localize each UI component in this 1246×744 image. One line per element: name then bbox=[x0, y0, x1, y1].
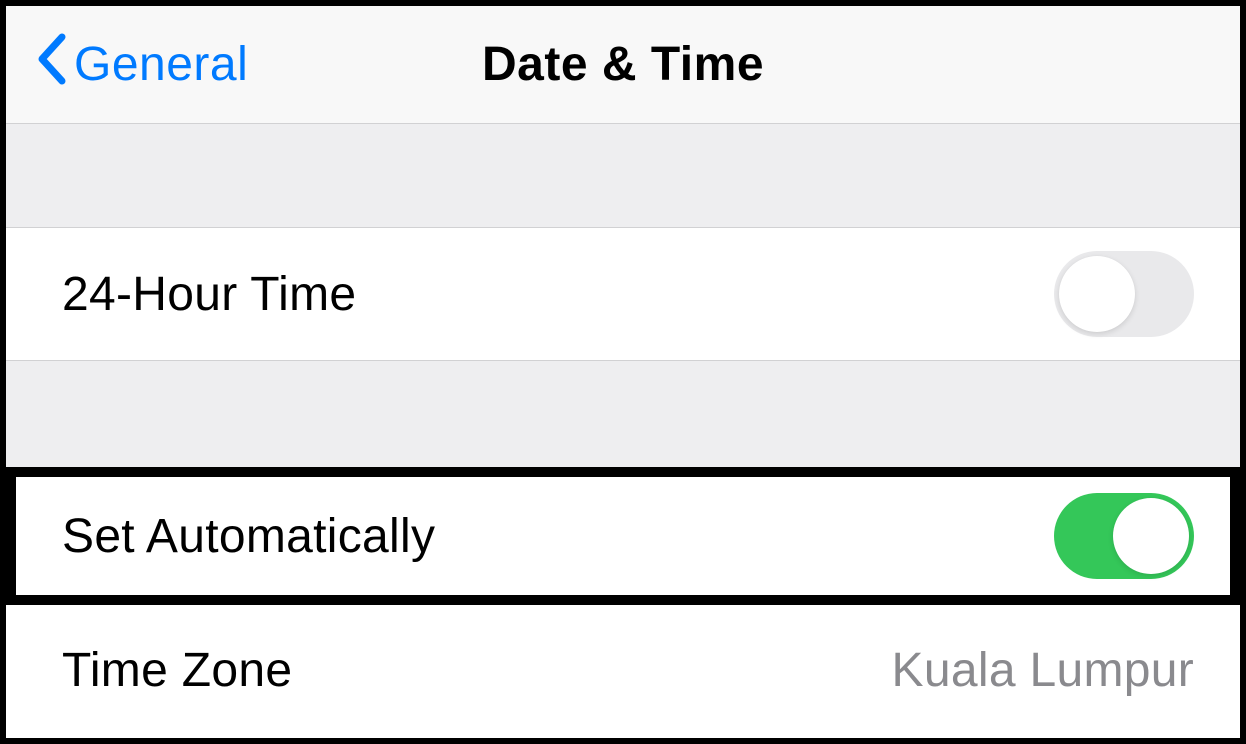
toggle-set-automatically[interactable] bbox=[1054, 493, 1194, 579]
row-label-24-hour: 24-Hour Time bbox=[62, 267, 356, 322]
back-button[interactable]: General bbox=[6, 33, 248, 97]
row-label-time-zone: Time Zone bbox=[62, 643, 292, 698]
row-24-hour-time: 24-Hour Time bbox=[6, 228, 1240, 360]
toggle-knob bbox=[1059, 256, 1135, 332]
section-spacer bbox=[6, 124, 1240, 228]
row-set-automatically: Set Automatically bbox=[6, 467, 1240, 605]
section-spacer bbox=[6, 360, 1240, 467]
row-time-zone[interactable]: Time Zone Kuala Lumpur bbox=[6, 605, 1240, 729]
back-button-label: General bbox=[74, 37, 248, 92]
navigation-bar: General Date & Time bbox=[6, 6, 1240, 124]
row-label-set-automatically: Set Automatically bbox=[62, 509, 435, 564]
toggle-knob bbox=[1113, 498, 1189, 574]
row-value-time-zone: Kuala Lumpur bbox=[892, 643, 1194, 698]
page-title: Date & Time bbox=[482, 37, 764, 92]
toggle-24-hour-time[interactable] bbox=[1054, 251, 1194, 337]
chevron-left-icon bbox=[36, 33, 66, 97]
